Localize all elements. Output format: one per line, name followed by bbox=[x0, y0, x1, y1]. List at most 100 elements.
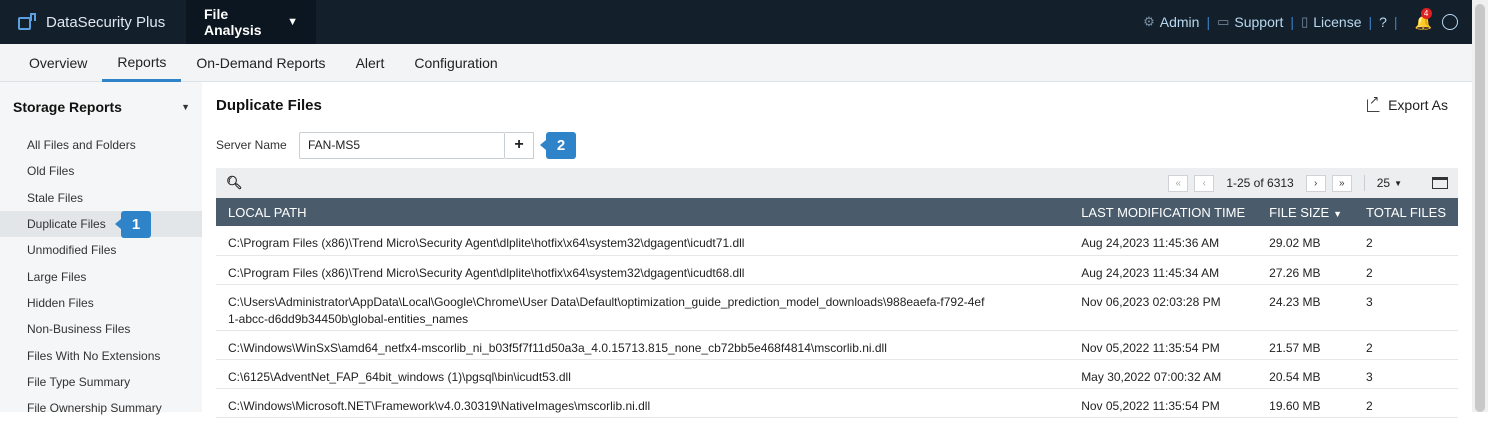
page-range: 1-25 of 6313 bbox=[1226, 176, 1294, 190]
divider: | bbox=[1290, 14, 1295, 30]
divider bbox=[1363, 175, 1365, 191]
table-row[interactable]: C:\Program Files (x86)\Trend Micro\Secur… bbox=[216, 255, 1458, 284]
tab-configuration[interactable]: Configuration bbox=[399, 44, 512, 82]
sidebar-item-all-files[interactable]: All Files and Folders bbox=[0, 132, 202, 158]
page-size-select[interactable]: 25 ▼ bbox=[1377, 176, 1402, 190]
cell-path: C:\Windows\WinSxS\amd64_netfx4-mscorlib_… bbox=[228, 340, 887, 355]
divider: | bbox=[1206, 14, 1211, 30]
module-name: File Analysis bbox=[204, 6, 262, 38]
next-page-button[interactable]: › bbox=[1305, 174, 1326, 192]
cell-modified: Aug 24,2023 11:45:36 AM bbox=[1081, 236, 1220, 250]
sidebar-item-hidden-files[interactable]: Hidden Files bbox=[0, 290, 202, 316]
column-header-total-files[interactable]: TOTAL FILES bbox=[1354, 198, 1458, 226]
cell-modified: Aug 24,2023 11:45:34 AM bbox=[1081, 265, 1220, 280]
export-button[interactable]: Export As bbox=[1367, 93, 1458, 113]
first-page-button[interactable]: « bbox=[1168, 174, 1189, 192]
sidebar-item-file-ownership-summary[interactable]: File Ownership Summary bbox=[0, 395, 202, 421]
sidebar-section-label: Storage Reports bbox=[13, 99, 122, 115]
chat-icon: ▭ bbox=[1217, 14, 1230, 29]
cell-size: 24.23 MB bbox=[1269, 294, 1321, 309]
cell-size: 27.26 MB bbox=[1269, 265, 1321, 280]
cell-size: 20.54 MB bbox=[1269, 369, 1321, 384]
divider: | bbox=[1393, 14, 1398, 30]
pagination: « ‹ 1-25 of 6313 › » 25 ▼ bbox=[1168, 174, 1448, 192]
notification-bell-icon[interactable]: 🔔 4 bbox=[1415, 7, 1432, 31]
cell-total: 2 bbox=[1366, 265, 1373, 280]
tab-reports[interactable]: Reports bbox=[102, 44, 182, 82]
notification-badge: 4 bbox=[1420, 7, 1432, 19]
main-content: Duplicate Files Export As Server Name + … bbox=[216, 82, 1458, 418]
cell-path: C:\Program Files (x86)\Trend Micro\Secur… bbox=[228, 265, 745, 280]
main-tabs: Overview Reports On-Demand Reports Alert… bbox=[0, 44, 1472, 82]
tab-on-demand-reports[interactable]: On-Demand Reports bbox=[181, 44, 340, 82]
brand[interactable]: DataSecurity Plus bbox=[0, 0, 186, 44]
license-icon: ▯ bbox=[1301, 14, 1309, 29]
help-button[interactable]: ? bbox=[1379, 14, 1387, 30]
page-scrollbar[interactable] bbox=[1472, 0, 1488, 412]
brand-name: DataSecurity Plus bbox=[46, 13, 166, 31]
server-name-input[interactable] bbox=[299, 131, 505, 159]
step-marker-1: 1 bbox=[115, 210, 151, 238]
admin-icon: ⚙ bbox=[1143, 14, 1155, 29]
brand-logo-icon bbox=[18, 13, 38, 31]
cell-modified: Nov 06,2023 02:03:28 PM bbox=[1081, 294, 1221, 309]
divider: | bbox=[1368, 14, 1373, 30]
cell-path: C:\Windows\Microsoft.NET\Framework\v4.0.… bbox=[228, 398, 651, 413]
cell-path: C:\6125\AdventNet_FAP_64bit_windows (1)\… bbox=[228, 369, 571, 384]
sidebar: Storage Reports ▼ All Files and Folders … bbox=[0, 82, 202, 415]
sidebar-item-old-files[interactable]: Old Files bbox=[0, 158, 202, 184]
add-server-button[interactable]: + bbox=[505, 131, 534, 159]
license-link[interactable]: ▯ License bbox=[1301, 14, 1361, 30]
support-label: Support bbox=[1234, 14, 1284, 30]
scrollbar-thumb[interactable] bbox=[1475, 4, 1485, 412]
sidebar-item-duplicate-files[interactable]: Duplicate Files 1 bbox=[0, 210, 202, 238]
export-icon bbox=[1367, 93, 1381, 112]
table-row[interactable]: C:\6125\AdventNet_FAP_64bit_windows (1)\… bbox=[216, 359, 1458, 388]
table-row[interactable]: C:\Program Files (x86)\Trend Micro\Secur… bbox=[216, 226, 1458, 255]
sidebar-item-file-type-summary[interactable]: File Type Summary bbox=[0, 369, 202, 395]
cell-path: C:\Users\Administrator\AppData\Local\Goo… bbox=[228, 294, 985, 326]
page-size-value: 25 bbox=[1376, 176, 1391, 190]
cell-total: 3 bbox=[1366, 294, 1373, 309]
license-label: License bbox=[1313, 14, 1362, 30]
last-page-button[interactable]: » bbox=[1331, 174, 1352, 192]
column-header-local-path[interactable]: LOCAL PATH bbox=[216, 198, 1069, 226]
page-title: Duplicate Files bbox=[216, 96, 322, 114]
column-chooser-icon[interactable] bbox=[1432, 177, 1448, 189]
admin-label: Admin bbox=[1159, 14, 1200, 30]
table-row[interactable]: C:\Windows\Microsoft.NET\Framework\v4.0.… bbox=[216, 388, 1458, 417]
file-size-header-label: FILE SIZE bbox=[1269, 204, 1330, 220]
cell-modified: Nov 05,2022 11:35:54 PM bbox=[1081, 340, 1220, 355]
cell-modified: May 30,2022 07:00:32 AM bbox=[1081, 369, 1222, 384]
prev-page-button[interactable]: ‹ bbox=[1194, 174, 1215, 192]
column-header-last-modification[interactable]: LAST MODIFICATION TIME bbox=[1069, 198, 1257, 226]
admin-link[interactable]: ⚙ Admin bbox=[1143, 14, 1199, 30]
module-selector[interactable]: File Analysis ▼ bbox=[186, 0, 316, 44]
server-name-label: Server Name bbox=[216, 138, 287, 152]
cell-total: 2 bbox=[1366, 398, 1373, 413]
sidebar-item-label: Duplicate Files bbox=[27, 217, 106, 232]
support-link[interactable]: ▭ Support bbox=[1217, 14, 1283, 30]
cell-size: 29.02 MB bbox=[1269, 236, 1321, 250]
table-row[interactable]: C:\Users\Administrator\AppData\Local\Goo… bbox=[216, 284, 1458, 330]
step-marker-2: 2 bbox=[540, 131, 576, 159]
tab-overview[interactable]: Overview bbox=[14, 44, 102, 82]
sidebar-section-storage-reports[interactable]: Storage Reports ▼ bbox=[0, 82, 202, 132]
table-row[interactable]: C:\Windows\WinSxS\amd64_netfx4-mscorlib_… bbox=[216, 330, 1458, 359]
sidebar-item-unmodified-files[interactable]: Unmodified Files bbox=[0, 237, 202, 263]
cell-total: 3 bbox=[1366, 369, 1373, 384]
cell-total: 2 bbox=[1366, 340, 1373, 355]
top-bar: DataSecurity Plus File Analysis ▼ ⚙ Admin… bbox=[0, 0, 1472, 44]
cell-path: C:\Program Files (x86)\Trend Micro\Secur… bbox=[228, 236, 745, 250]
cell-size: 21.57 MB bbox=[1269, 340, 1321, 355]
tab-alert[interactable]: Alert bbox=[341, 44, 400, 82]
column-header-file-size[interactable]: FILE SIZE ▼ bbox=[1257, 198, 1354, 226]
search-icon[interactable]: 🔍︎ bbox=[226, 175, 243, 191]
sidebar-item-no-extensions[interactable]: Files With No Extensions bbox=[0, 342, 202, 368]
sidebar-item-stale-files[interactable]: Stale Files bbox=[0, 185, 202, 211]
sidebar-item-large-files[interactable]: Large Files bbox=[0, 263, 202, 289]
cell-modified: Nov 05,2022 11:35:54 PM bbox=[1081, 398, 1220, 413]
user-avatar-icon[interactable] bbox=[1442, 14, 1458, 30]
sidebar-item-non-business-files[interactable]: Non-Business Files bbox=[0, 316, 202, 342]
export-label: Export As bbox=[1388, 97, 1448, 113]
